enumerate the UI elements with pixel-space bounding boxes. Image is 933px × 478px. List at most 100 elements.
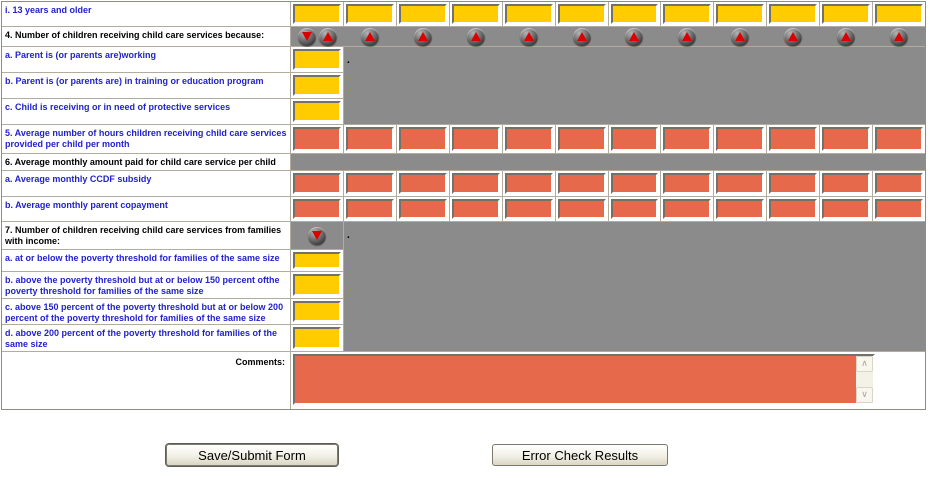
arrow-up-icon[interactable] [783,27,802,46]
icon-strip-segment [449,27,502,46]
numeric-input[interactable] [875,127,923,151]
numeric-input[interactable] [293,252,341,269]
numeric-input[interactable] [557,199,606,219]
icon-strip-segment [502,27,555,46]
numeric-input[interactable] [293,49,341,70]
arrow-up-icon[interactable] [361,27,380,46]
numeric-input[interactable] [293,274,341,296]
numeric-input[interactable] [610,127,659,151]
numeric-input[interactable] [293,301,341,322]
numeric-input[interactable] [822,199,871,219]
numeric-input[interactable] [822,173,871,194]
numeric-input[interactable] [398,173,447,194]
arrow-up-icon[interactable] [836,27,855,46]
numeric-input[interactable] [716,127,765,151]
numeric-input[interactable] [663,199,712,219]
label-parent-training: b. Parent is (or parents are) in trainin… [2,73,290,98]
arrow-down-icon[interactable] [297,27,316,46]
numeric-input[interactable] [293,199,341,219]
numeric-input[interactable] [557,127,606,151]
numeric-input[interactable] [610,199,659,219]
numeric-input[interactable] [875,199,923,219]
arrow-up-icon[interactable] [519,27,538,46]
numeric-input[interactable] [716,173,765,194]
label-income-a: a. at or below the poverty threshold for… [2,250,290,271]
numeric-input[interactable] [451,199,500,219]
numeric-input[interactable] [822,127,871,151]
numeric-input[interactable] [293,4,341,24]
numeric-input[interactable] [293,75,341,96]
arrow-up-icon[interactable] [318,27,337,46]
numeric-input[interactable] [769,199,818,219]
red-triangle-up [893,32,904,41]
scrollbar-track[interactable]: ∧ ∨ [856,356,873,403]
comments-cell: ∧ ∨ [291,352,925,409]
red-triangle-up [365,32,376,41]
comments-textarea[interactable] [295,356,856,403]
numeric-input[interactable] [504,173,553,194]
numeric-input[interactable] [345,173,394,194]
numeric-input[interactable] [557,173,606,194]
scrollbar-up-icon[interactable]: ∧ [856,356,873,372]
input-cell [767,125,820,153]
numeric-input[interactable] [875,173,923,194]
numeric-input[interactable] [663,173,712,194]
numeric-input[interactable] [293,327,341,349]
input-cell [343,197,396,221]
arrow-up-icon[interactable] [731,27,750,46]
numeric-input[interactable] [769,127,818,151]
numeric-input[interactable] [822,4,871,24]
numeric-input[interactable] [504,127,553,151]
arrow-up-icon[interactable] [414,27,433,46]
icon-strip-segment [397,27,450,46]
numeric-input[interactable] [716,4,765,24]
input-cell [396,125,449,153]
numeric-input[interactable] [345,4,394,24]
input-cell [555,171,608,196]
input-cell [608,171,661,196]
numeric-input[interactable] [769,173,818,194]
numeric-input[interactable] [504,4,553,24]
numeric-input[interactable] [557,4,606,24]
arrow-up-icon[interactable] [466,27,485,46]
numeric-input[interactable] [451,173,500,194]
arrow-up-icon[interactable] [572,27,591,46]
error-check-button[interactable]: Error Check Results [492,444,668,466]
numeric-input[interactable] [610,173,659,194]
numeric-input[interactable] [610,4,659,24]
question4-icon-strip [291,27,925,46]
numeric-input[interactable] [398,199,447,219]
numeric-input[interactable] [293,127,341,151]
numeric-input[interactable] [451,4,500,24]
numeric-input[interactable] [345,199,394,219]
numeric-input[interactable] [769,4,818,24]
input-cell [661,125,714,153]
numeric-input[interactable] [451,127,500,151]
input-cell [291,250,343,271]
arrow-down-icon[interactable] [307,226,326,245]
red-triangle-up [735,32,746,41]
arrow-up-icon[interactable] [625,27,644,46]
numeric-input[interactable] [398,127,447,151]
numeric-input[interactable] [398,4,447,24]
numeric-input[interactable] [663,4,712,24]
numeric-input[interactable] [293,101,341,122]
numeric-input[interactable] [875,4,923,24]
numeric-input[interactable] [504,199,553,219]
icon-strip-segment [661,27,714,46]
scrollbar-down-icon[interactable]: ∨ [856,387,873,403]
numeric-input[interactable] [663,127,712,151]
input-cell [608,197,661,221]
red-triangle-up [523,32,534,41]
numeric-input[interactable] [345,127,394,151]
input-cell [291,272,343,298]
label-income-d: d. above 200 percent of the poverty thre… [2,325,290,351]
numeric-input[interactable] [716,199,765,219]
numeric-input[interactable] [293,173,341,194]
input-cell [396,197,449,221]
arrow-up-icon[interactable] [678,27,697,46]
arrow-up-icon[interactable] [889,27,908,46]
input-cell [449,2,502,26]
save-submit-button[interactable]: Save/Submit Form [166,444,338,466]
red-triangle-up [470,32,481,41]
